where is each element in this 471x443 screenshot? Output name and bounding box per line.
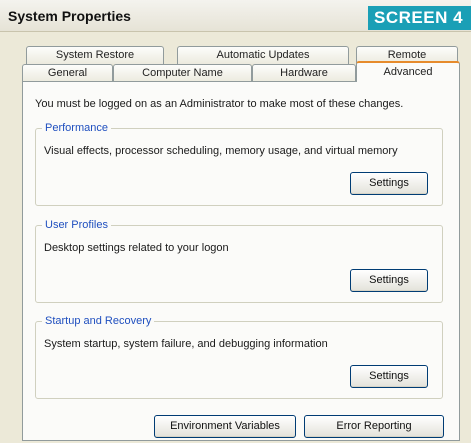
performance-group: Performance Visual effects, processor sc… [35,122,443,206]
user-profiles-description: Desktop settings related to your logon [44,242,229,254]
admin-notice: You must be logged on as an Administrato… [35,98,404,110]
advanced-tab-panel: You must be logged on as an Administrato… [22,81,460,441]
tab-computer-name[interactable]: Computer Name [113,64,252,82]
startup-recovery-group: Startup and Recovery System startup, sys… [35,315,443,399]
tab-system-restore[interactable]: System Restore [26,46,164,64]
tab-hardware[interactable]: Hardware [252,64,356,82]
tab-automatic-updates[interactable]: Automatic Updates [177,46,349,64]
tab-advanced[interactable]: Advanced [356,61,460,82]
title-bar: System Properties SCREEN 4 [0,0,471,32]
system-properties-dialog: System Restore Automatic Updates Remote … [0,32,471,443]
environment-variables-button[interactable]: Environment Variables [154,415,296,438]
user-profiles-legend: User Profiles [42,219,111,231]
tab-general[interactable]: General [22,64,113,82]
user-profiles-settings-button[interactable]: Settings [350,269,428,292]
user-profiles-group: User Profiles Desktop settings related t… [35,219,443,303]
startup-recovery-settings-button[interactable]: Settings [350,365,428,388]
performance-legend: Performance [42,122,111,134]
startup-recovery-description: System startup, system failure, and debu… [44,338,328,350]
window-title: System Properties [8,8,131,24]
performance-settings-button[interactable]: Settings [350,172,428,195]
performance-description: Visual effects, processor scheduling, me… [44,145,398,157]
screen-badge: SCREEN 4 [368,6,471,30]
startup-recovery-legend: Startup and Recovery [42,315,155,327]
error-reporting-button[interactable]: Error Reporting [304,415,444,438]
